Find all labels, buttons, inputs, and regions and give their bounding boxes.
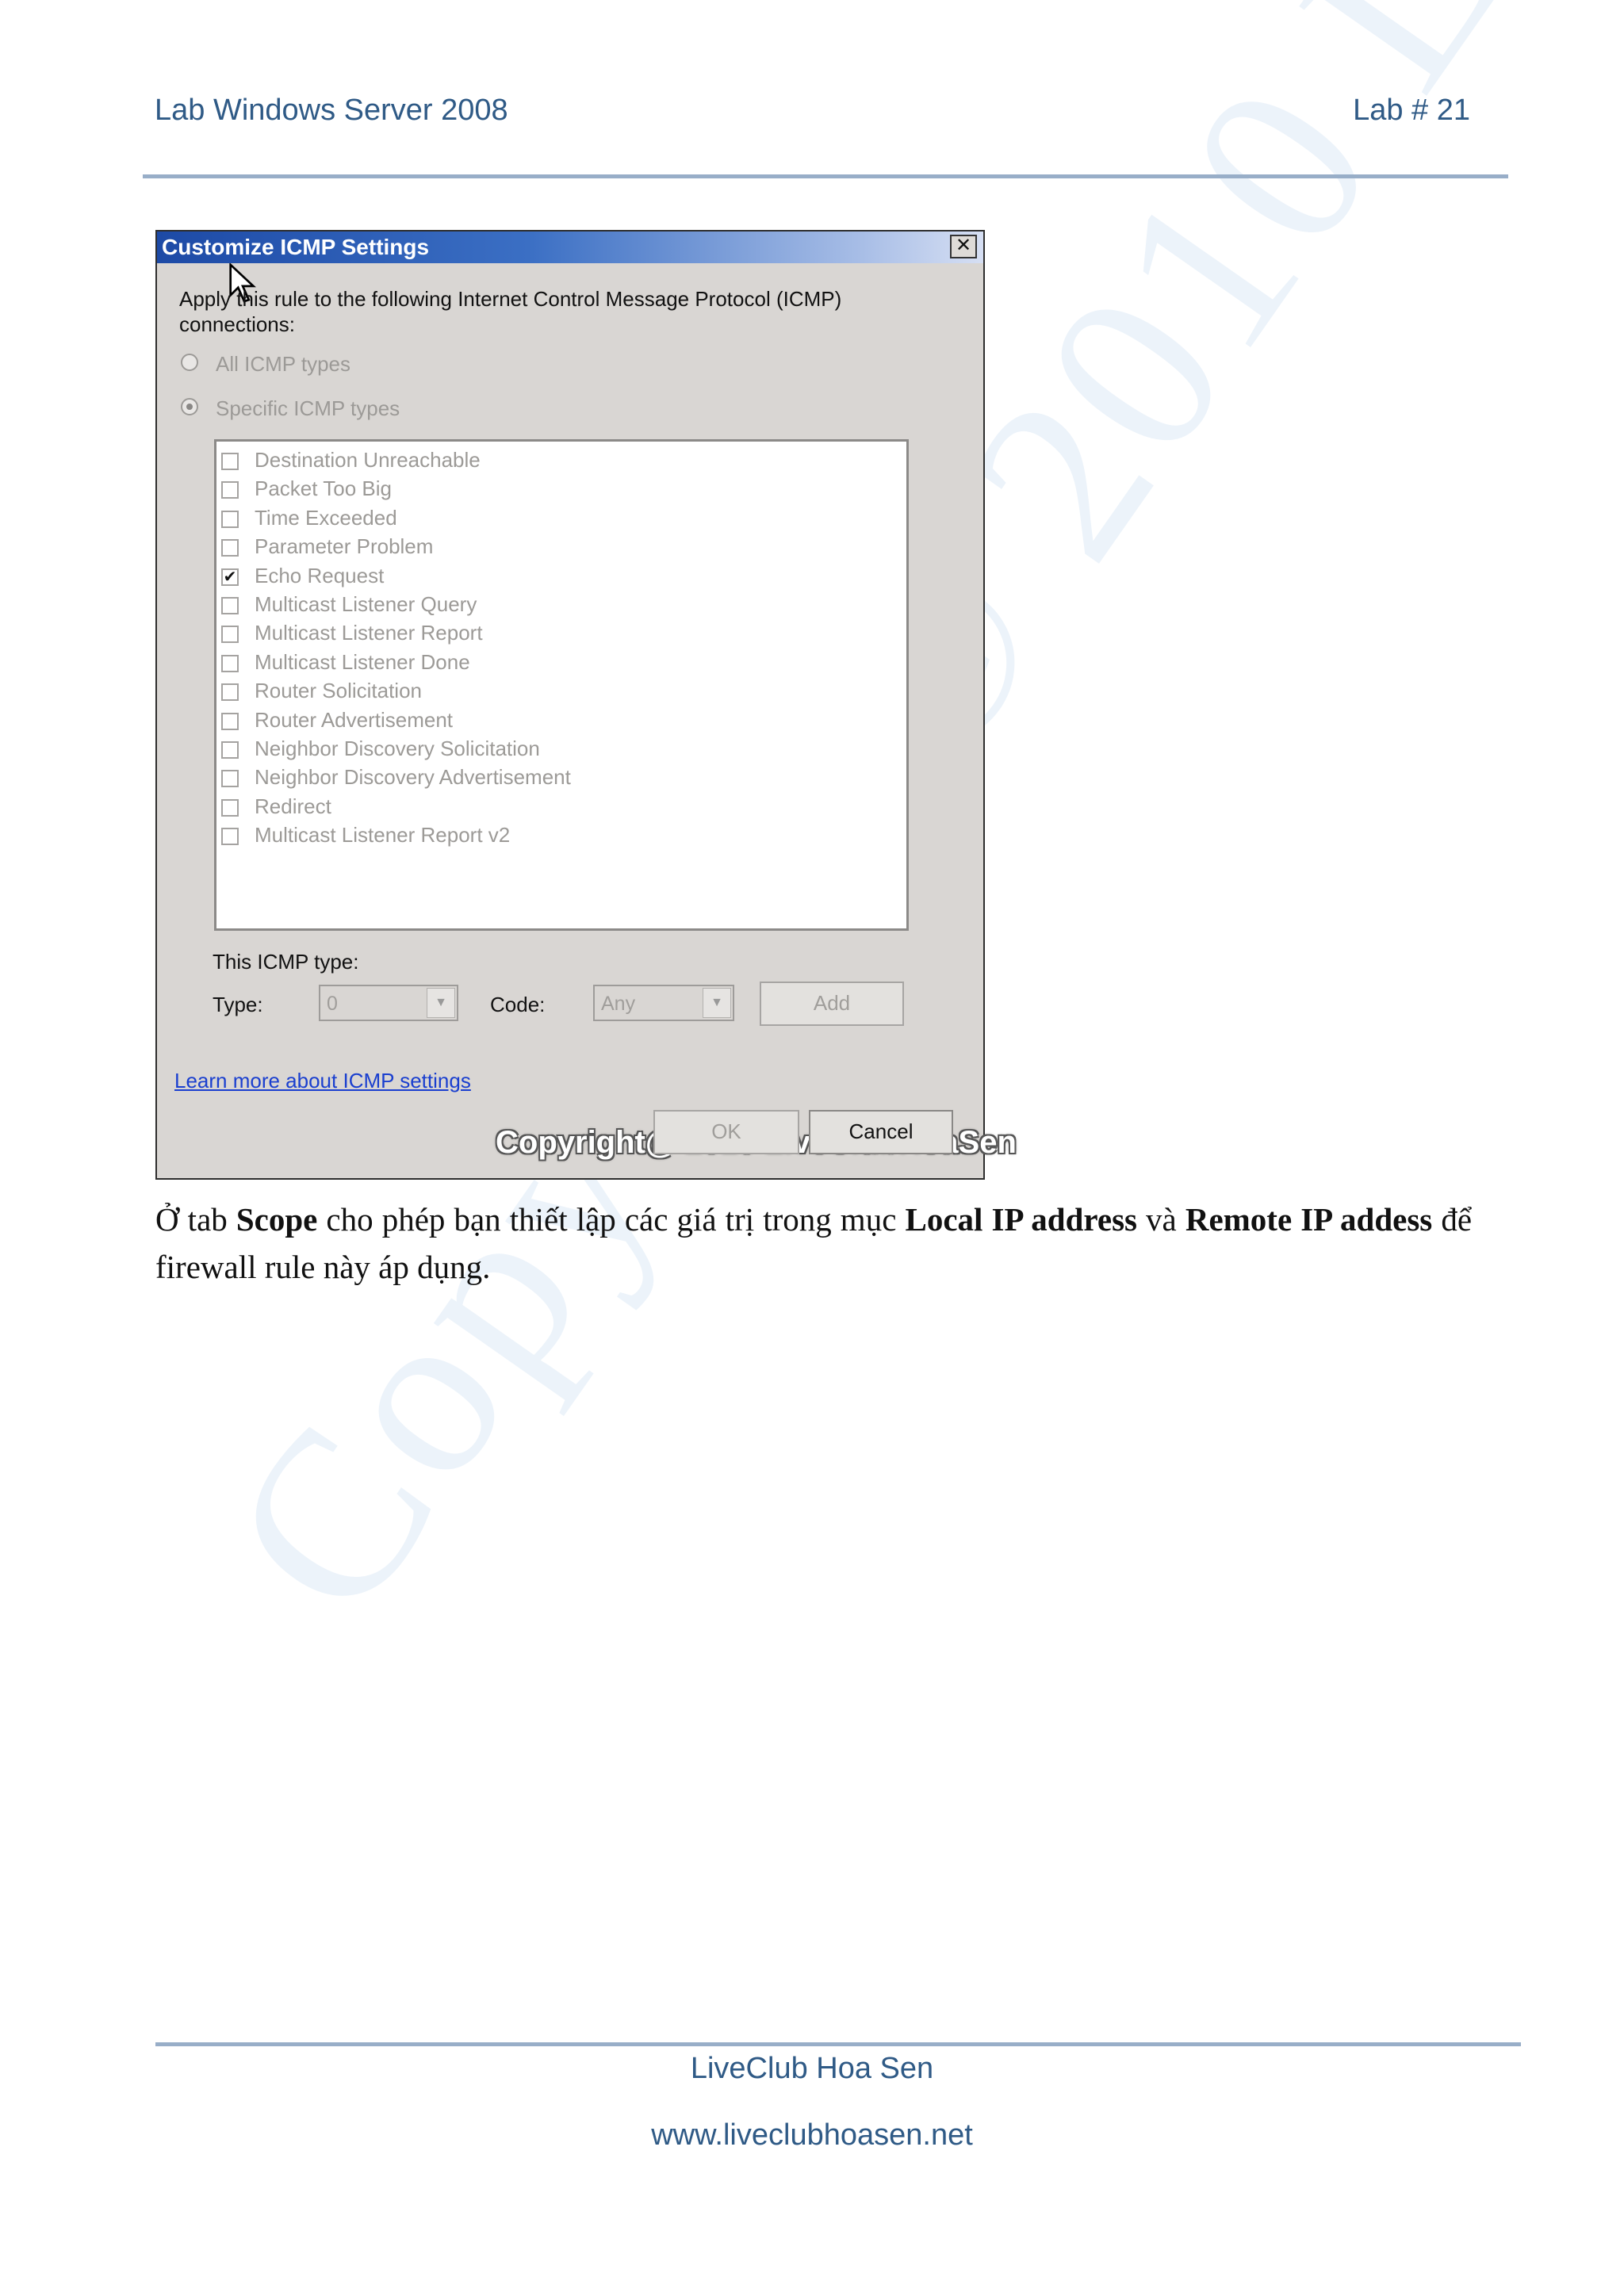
footer-org: LiveClub Hoa Sen (690, 2052, 934, 2085)
checkbox-icon[interactable] (221, 539, 239, 557)
checkbox-checked-icon[interactable]: ✔ (221, 568, 239, 586)
chevron-down-icon[interactable]: ▼ (703, 988, 731, 1018)
para-bold-local-ip: Local IP address (905, 1201, 1137, 1238)
icmp-type-label: Multicast Listener Report (255, 621, 483, 645)
icmp-type-label: Packet Too Big (255, 476, 392, 501)
checkbox-icon[interactable] (221, 683, 239, 702)
icmp-type-label: Time Exceeded (255, 505, 397, 530)
icmp-type-label: Neighbor Discovery Solicitation (255, 737, 540, 760)
icmp-type-label: Multicast Listener Report v2 (255, 823, 511, 848)
checkbox-icon[interactable] (221, 770, 239, 788)
code-select[interactable]: Any ▼ (593, 985, 734, 1021)
learn-more-link[interactable]: Learn more about ICMP settings (174, 1069, 471, 1093)
icmp-type-label: Destination Unreachable (255, 448, 481, 472)
add-button[interactable]: Add (760, 982, 904, 1026)
icmp-type-label: Router Solicitation (255, 679, 422, 703)
chevron-down-icon[interactable]: ▼ (427, 988, 455, 1018)
dialog-description-line1: Apply this rule to the following Interne… (179, 287, 842, 311)
checkbox-icon[interactable] (221, 828, 239, 846)
icmp-type-label: Neighbor Discovery Advertisement (255, 765, 571, 790)
para-text-2: cho phép bạn thiết lập các giá trị trong… (317, 1201, 906, 1238)
customize-icmp-dialog: Customize ICMP Settings ✕ Apply this rul… (155, 230, 1017, 1180)
footer-divider (155, 2042, 1521, 2046)
icmp-type-label: Redirect (255, 794, 331, 818)
para-text-3: và (1136, 1201, 1185, 1238)
icmp-type-label: Echo Request (255, 563, 385, 587)
checkbox-icon[interactable] (221, 453, 239, 470)
body-paragraph: Ở tab Scope cho phép bạn thiết lập các g… (155, 1196, 1472, 1291)
header-lab-number: Lab # 21 (1353, 94, 1470, 127)
dialog-titlebar[interactable]: Customize ICMP Settings ✕ (157, 232, 983, 263)
checkbox-icon[interactable] (221, 626, 239, 644)
all-icmp-types-radio[interactable] (181, 354, 198, 371)
type-select-value: 0 (327, 993, 338, 1015)
para-bold-scope: Scope (236, 1201, 318, 1238)
icmp-type-label: Multicast Listener Query (255, 592, 477, 616)
all-icmp-types-label: All ICMP types (216, 352, 351, 376)
this-icmp-type-label: This ICMP type: (213, 950, 359, 974)
checkbox-icon[interactable] (221, 798, 239, 817)
cancel-button[interactable]: Cancel (809, 1110, 953, 1154)
dialog-title: Customize ICMP Settings (162, 235, 430, 259)
header-divider (143, 174, 1508, 178)
checkbox-icon[interactable] (221, 741, 239, 759)
ok-button[interactable]: OK (653, 1110, 799, 1154)
checkbox-icon[interactable] (221, 712, 239, 730)
type-label: Type: (213, 993, 263, 1016)
type-select[interactable]: 0 ▼ (319, 985, 458, 1021)
code-select-value: Any (601, 993, 636, 1015)
close-button[interactable]: ✕ (950, 235, 977, 258)
checkbox-icon[interactable] (221, 510, 239, 528)
code-label: Code: (490, 993, 546, 1016)
icmp-type-label: Parameter Problem (255, 534, 434, 559)
checkbox-icon[interactable] (221, 597, 239, 614)
specific-icmp-types-label: Specific ICMP types (216, 396, 400, 420)
footer-url: www.liveclubhoasen.net (651, 2118, 973, 2152)
para-text-1: Ở tab (155, 1201, 236, 1238)
icmp-type-label: Multicast Listener Done (255, 649, 470, 674)
checkbox-icon[interactable] (221, 481, 239, 499)
specific-icmp-types-radio[interactable] (181, 398, 198, 415)
header-title: Lab Windows Server 2008 (155, 94, 508, 127)
checkbox-icon[interactable] (221, 654, 239, 672)
dialog-description-line2: connections: (179, 312, 295, 336)
icmp-types-list[interactable]: Destination Unreachable Packet Too Big Tim… (214, 439, 1017, 1160)
para-bold-remote-ip: Remote IP addess (1185, 1201, 1433, 1238)
icmp-type-label: Router Advertisement (255, 707, 454, 732)
